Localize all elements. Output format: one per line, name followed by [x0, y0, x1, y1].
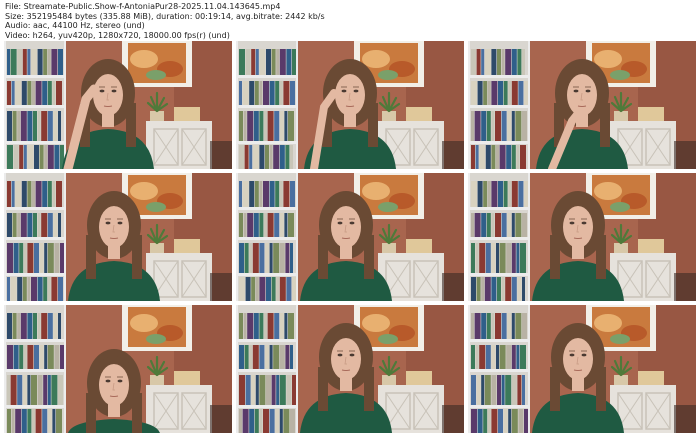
thumbnail-frame-5[interactable] — [236, 173, 464, 301]
thumbnail-frame-3[interactable] — [468, 41, 696, 169]
thumbnail-frame-8[interactable] — [236, 305, 464, 433]
size-duration-line: Size: 352195484 bytes (335.88 MiB), dura… — [5, 11, 325, 21]
video-info-line: Video: h264, yuv420p, 1280x720, 18000.00… — [5, 30, 230, 40]
thumbnail-frame-6[interactable] — [468, 173, 696, 301]
file-info-header: File: Streamate-Public.Show-f-AntoniaPur… — [5, 2, 325, 40]
thumbnail-frame-4[interactable] — [4, 173, 232, 301]
thumbnail-frame-2[interactable] — [236, 41, 464, 169]
thumbnail-frame-9[interactable] — [468, 305, 696, 433]
thumbnail-frame-7[interactable] — [4, 305, 232, 433]
thumbnail-frame-1[interactable] — [4, 41, 232, 169]
thumbnail-grid — [4, 41, 696, 433]
file-name-line: File: Streamate-Public.Show-f-AntoniaPur… — [5, 2, 281, 11]
audio-info-line: Audio: aac, 44100 Hz, stereo (und) — [5, 21, 145, 30]
